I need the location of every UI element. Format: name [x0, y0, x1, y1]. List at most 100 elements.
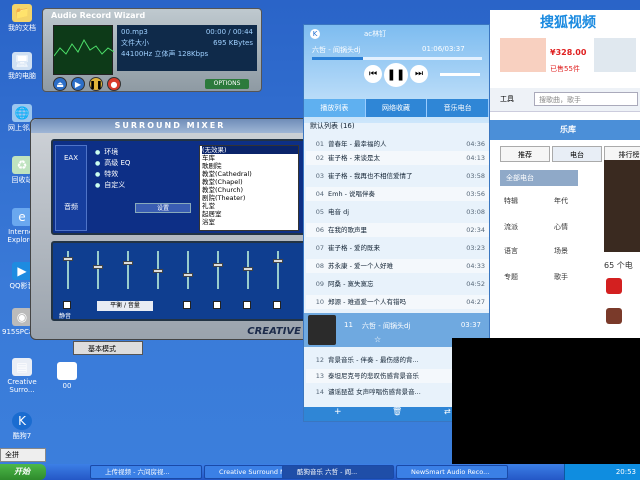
taskbar-window-kugou[interactable]: 酷狗音乐 六哲 - 阎...	[282, 465, 394, 479]
delete-icon[interactable]: 🗑	[392, 407, 402, 416]
ad-product-image[interactable]	[594, 38, 636, 72]
desktop-icon-creative[interactable]: ▤ Creative Surro...	[2, 358, 42, 394]
track-row[interactable]: 07 崔子格 - 爱的既来 03:23	[306, 241, 489, 255]
tab-radio[interactable]: 音乐电台	[427, 99, 490, 117]
category-mood[interactable]: 心情	[554, 222, 568, 232]
ime-bar[interactable]: 全拼	[0, 448, 46, 462]
options-button[interactable]: OPTIONS	[205, 79, 249, 89]
mode-icon[interactable]: ⇄	[444, 407, 451, 416]
track-row[interactable]: 09 阿桑 - 寞失寞忘 04:52	[306, 277, 489, 291]
eject-button[interactable]: ⏏	[53, 77, 67, 91]
kugou-icon: K	[12, 412, 32, 430]
basic-mode-button[interactable]: 基本模式	[73, 341, 143, 355]
list-item[interactable]: 浴室	[202, 218, 298, 226]
tab-playlist[interactable]: 播放列表	[304, 99, 366, 117]
volume-slider[interactable]	[213, 251, 223, 289]
play-button[interactable]: ▶	[71, 77, 85, 91]
all-radio-label[interactable]: 全部电台	[500, 170, 578, 186]
sohu-video-logo: 搜狐视频	[540, 15, 596, 31]
track-row[interactable]: 02 崔子格 - 来谈是太 04:13	[306, 151, 489, 165]
desktop-icon-my-computer[interactable]: 🖥 我的电脑	[2, 52, 42, 80]
track-row[interactable]: 01 曾春年 - 最幸福的人 04:36	[306, 137, 489, 151]
tools-menu[interactable]: 工具	[500, 94, 514, 104]
volume-slider[interactable]	[440, 73, 480, 76]
pause-button[interactable]: ❚❚	[89, 77, 103, 91]
record-time: 00:00 / 00:44	[205, 28, 253, 36]
list-item[interactable]: 歌剧院	[202, 162, 298, 170]
bitrate: 128Kbps	[177, 50, 209, 58]
eax-tab[interactable]: EAX	[56, 154, 86, 162]
volume-slider[interactable]	[63, 251, 73, 289]
taskbar-window-audio-recorder[interactable]: NewSmart Audio Reco...	[396, 465, 508, 479]
option-custom[interactable]: 自定义	[95, 180, 130, 191]
track-row[interactable]: 03 崔子格 - 我再也不相信爱情了 03:58	[306, 169, 489, 183]
track-row[interactable]: 04 Emh - 说唱伴奏 03:56	[306, 187, 489, 201]
mute-checkbox[interactable]	[273, 301, 281, 309]
track-row[interactable]: 06 在我的歌声里 02:34	[306, 223, 489, 237]
environment-list[interactable]: (无效果) 车库 歌剧院 教堂(Cathedral) 教堂(Chapel) 教堂…	[199, 145, 299, 231]
volume-slider[interactable]	[183, 251, 193, 289]
list-item[interactable]: (无效果)	[202, 146, 298, 154]
desktop-icon-file-00[interactable]: ♪ 00	[52, 362, 82, 390]
settings-button[interactable]: 设置	[135, 203, 191, 213]
option-advanced-eq[interactable]: 高级 EQ	[95, 158, 130, 169]
tab-recommend[interactable]: 推荐	[500, 146, 550, 162]
category-era[interactable]: 年代	[554, 196, 568, 206]
previous-button[interactable]: ⏮	[364, 65, 382, 83]
mute-checkbox[interactable]	[183, 301, 191, 309]
add-icon[interactable]: +	[334, 407, 342, 417]
list-item[interactable]: 教堂(Chapel)	[202, 178, 298, 186]
search-input[interactable]: 搜歌曲，歌手	[534, 92, 638, 106]
category-language[interactable]: 语言	[504, 246, 518, 256]
volume-slider[interactable]	[123, 251, 133, 289]
start-button[interactable]: 开始	[0, 464, 46, 480]
mute-checkbox[interactable]	[243, 301, 251, 309]
mute-checkbox[interactable]	[213, 301, 221, 309]
category-singer[interactable]: 歌手	[554, 272, 568, 282]
list-item[interactable]: 车库	[202, 154, 298, 162]
list-item[interactable]: 起居室	[202, 210, 298, 218]
audio-tab[interactable]: 音频	[56, 202, 86, 212]
category-genre[interactable]: 流派	[504, 222, 518, 232]
music-library-tab[interactable]: 乐库	[560, 124, 576, 135]
record-button[interactable]: ●	[107, 77, 121, 91]
track-row[interactable]: 05 电音 dj 03:08	[306, 205, 489, 219]
progress-bar[interactable]	[312, 57, 482, 60]
volume-slider[interactable]	[243, 251, 253, 289]
eax-side-tabs: EAX 音频	[55, 145, 87, 231]
ad-price: ¥328.00	[550, 48, 587, 57]
radio-cover-image[interactable]	[604, 160, 640, 252]
list-item[interactable]: 剧院(Theater)	[202, 194, 298, 202]
volume-slider[interactable]	[273, 251, 283, 289]
tab-radio[interactable]: 电台	[552, 146, 602, 162]
list-item[interactable]: 教堂(Cathedral)	[202, 170, 298, 178]
list-item[interactable]: 礼堂	[202, 202, 298, 210]
list-item[interactable]: 教堂(Church)	[202, 186, 298, 194]
ad-product-image[interactable]	[500, 38, 546, 72]
desktop-icon-my-documents[interactable]: 📁 我的文档	[2, 4, 42, 32]
track-row[interactable]: 10 郑源 - 难道爱一个人有错吗 04:27	[306, 295, 489, 309]
username[interactable]: ac林钉	[364, 29, 386, 39]
network-icon: 🌐	[12, 104, 32, 122]
pause-button[interactable]: ❚❚	[384, 63, 408, 87]
track-row[interactable]: 08 苏永康 - 爱一个人好难 04:33	[306, 259, 489, 273]
option-environment[interactable]: 环境	[95, 147, 130, 158]
category-topic[interactable]: 专题	[504, 272, 518, 282]
star-icon[interactable]: ☆	[374, 335, 381, 344]
option-effects[interactable]: 特效	[95, 169, 130, 180]
ad-sold: 已售55件	[550, 65, 580, 73]
category-scene[interactable]: 场景	[554, 246, 568, 256]
volume-slider[interactable]	[93, 251, 103, 289]
desktop-icon-kugou[interactable]: K 酷狗7	[2, 412, 42, 440]
volume-slider[interactable]	[153, 251, 163, 289]
radio-station-icon[interactable]	[606, 308, 622, 324]
radio-station-icon[interactable]	[606, 278, 622, 294]
tab-favorites[interactable]: 网络收藏	[365, 99, 428, 117]
size-value: 695 KBytes	[213, 39, 253, 47]
category-special[interactable]: 特辑	[504, 196, 518, 206]
taskbar-window-upload-video[interactable]: 上传视频 - 六间房视...	[90, 465, 202, 479]
next-button[interactable]: ⏭	[410, 65, 428, 83]
playlist-title[interactable]: 默认列表 (16)	[310, 121, 355, 131]
mute-checkbox[interactable]	[63, 301, 71, 309]
clock[interactable]: 20:53	[616, 468, 636, 476]
